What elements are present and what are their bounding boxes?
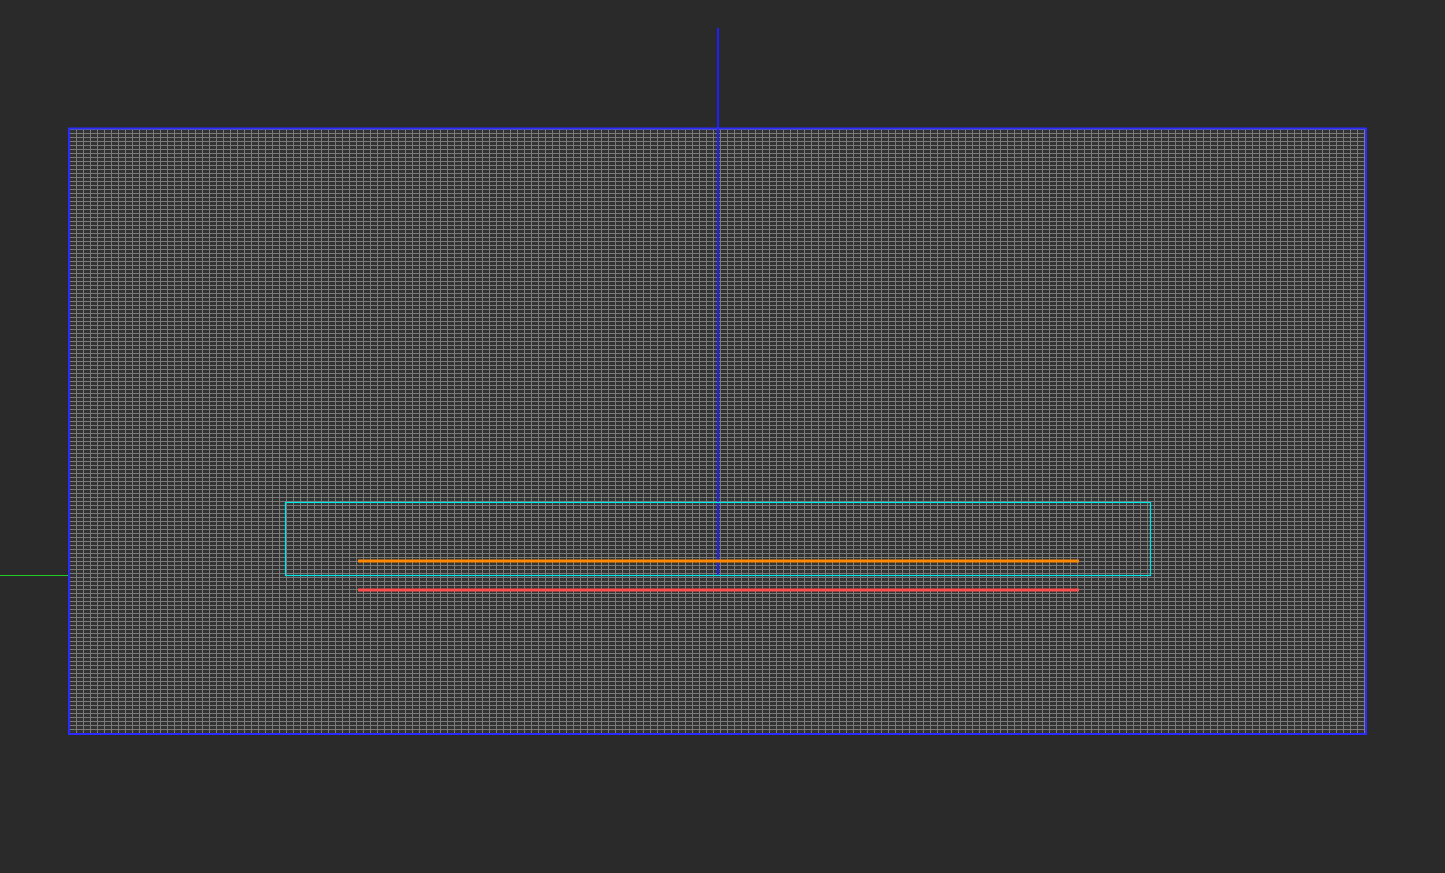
canvas-viewport[interactable] xyxy=(0,0,1445,873)
